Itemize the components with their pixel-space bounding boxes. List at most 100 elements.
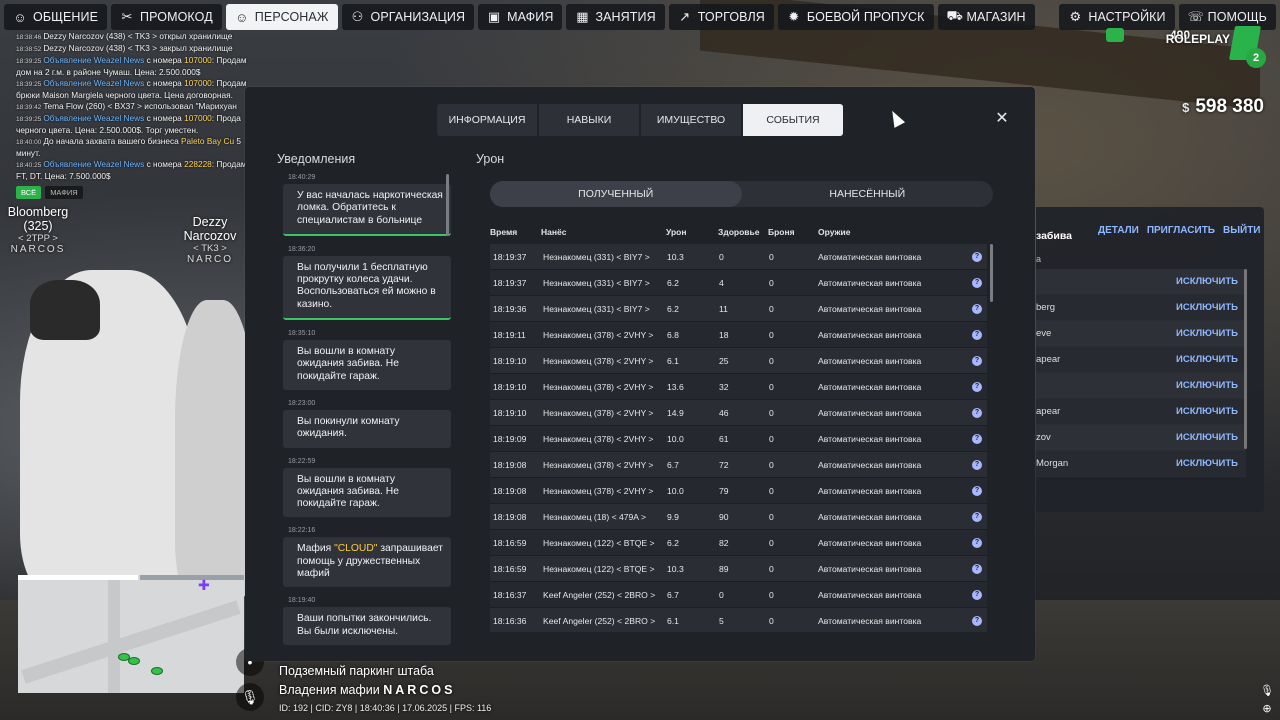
info-icon[interactable]: ?	[972, 330, 982, 340]
cell-damage: 10.0	[667, 486, 684, 496]
kick-button[interactable]: ИСКЛЮЧИТЬ	[1176, 432, 1238, 443]
nav-calendar[interactable]: ▦ ЗАНЯТИЯ	[566, 4, 665, 30]
kick-button[interactable]: ИСКЛЮЧИТЬ	[1176, 276, 1238, 287]
invite-link[interactable]: ПРИГЛАСИТЬ	[1147, 225, 1215, 236]
table-row[interactable]: 18:19:08 Незнакомец (378) < 2VHY > 6.7 72 0 А…	[490, 452, 987, 478]
info-icon[interactable]: ?	[972, 590, 982, 600]
nav-label: ТОРГОВЛЯ	[697, 10, 765, 24]
org-member-row: apear ИСКЛЮЧИТЬ	[1036, 399, 1246, 425]
cell-time: 18:16:36	[493, 616, 527, 626]
chat-message: 18:40:00 До начала захвата вашего бизнеса…	[16, 136, 248, 159]
top-navigation: ☺ ОБЩЕНИЕ ✂ ПРОМОКОД ☺ ПЕРСОНАЖ ⚇ ОРГАНИЗАЦИЯ ▣ М…	[0, 0, 1280, 34]
table-row[interactable]: 18:16:36 Keef Angeler (252) < 2BRO > 6.1 5 0…	[490, 608, 987, 632]
mic-small-icon[interactable]: 🎙	[1260, 682, 1274, 700]
cell-attacker: Keef Angeler (252) < 2BRO >	[543, 616, 656, 626]
info-icon[interactable]: ?	[972, 408, 982, 418]
chat-text: До начала захвата вашего бизнеса	[43, 136, 182, 146]
segment-received[interactable]: ПОЛУЧЕННЫЙ	[490, 181, 742, 207]
notifications-scrollbar[interactable]	[446, 174, 449, 236]
header-health: Здоровье	[718, 227, 760, 237]
table-row[interactable]: 18:19:36 Незнакомец (331) < BIY7 > 6.2 11 0 А…	[490, 296, 987, 322]
group-icon: ⚇	[351, 9, 364, 24]
table-row[interactable]: 18:16:59 Незнакомец (122) < BTQE > 6.2 82 0 А…	[490, 530, 987, 556]
table-row[interactable]: 18:19:09 Незнакомец (378) < 2VHY > 10.0 61 0…	[490, 426, 987, 452]
chat-tab-all[interactable]: ВСЁ	[16, 186, 42, 199]
nav-chart[interactable]: ↗ ТОРГОВЛЯ	[668, 4, 774, 30]
segment-dealt[interactable]: НАНЕСЁННЫЙ	[742, 181, 994, 207]
cell-armor: 0	[769, 590, 774, 600]
kick-button[interactable]: ИСКЛЮЧИТЬ	[1176, 302, 1238, 313]
nav-gift[interactable]: ✂ ПРОМОКОД	[111, 4, 222, 30]
cell-health: 18	[719, 330, 729, 340]
table-row[interactable]: 18:19:11 Незнакомец (378) < 2VHY > 6.8 18 0 А…	[490, 322, 987, 348]
cell-weapon: Автоматическая винтовка	[818, 486, 922, 496]
tab-skills[interactable]: НАВЫКИ	[539, 104, 639, 136]
kick-button[interactable]: ИСКЛЮЧИТЬ	[1176, 328, 1238, 339]
chat-text: с номера	[144, 78, 185, 88]
info-icon[interactable]: ?	[972, 512, 982, 522]
cell-time: 18:19:08	[493, 486, 527, 496]
chat-text: Tema Flow (260) < BX37 > использовал "Ма…	[43, 101, 237, 111]
settings-small-icon[interactable]: ⊕	[1260, 700, 1274, 718]
nav-user[interactable]: ☺ ПЕРСОНАЖ	[225, 4, 338, 30]
info-icon[interactable]: ?	[972, 486, 982, 496]
org-member-name: berg	[1036, 302, 1056, 313]
org-member-name: eve	[1036, 328, 1052, 339]
tab-events[interactable]: СОБЫТИЯ	[743, 104, 843, 136]
info-icon[interactable]: ?	[972, 460, 982, 470]
kick-button[interactable]: ИСКЛЮЧИТЬ	[1176, 380, 1238, 391]
kick-button[interactable]: ИСКЛЮЧИТЬ	[1176, 406, 1238, 417]
header-damage: Урон	[666, 227, 687, 237]
table-row[interactable]: 18:19:37 Незнакомец (331) < BIY7 > 6.2 4 0 Ав…	[490, 270, 987, 296]
table-row[interactable]: 18:19:08 Незнакомец (378) < 2VHY > 10.0 79 0…	[490, 478, 987, 504]
info-icon[interactable]: ?	[972, 564, 982, 574]
info-icon[interactable]: ?	[972, 434, 982, 444]
org-scrollbar[interactable]	[1244, 269, 1247, 449]
chat-timestamp: 18:39:42	[16, 104, 42, 111]
cell-attacker: Незнакомец (378) < 2VHY >	[543, 460, 654, 470]
close-icon[interactable]: ✕	[991, 108, 1013, 130]
table-row[interactable]: 18:19:10 Незнакомец (378) < 2VHY > 6.1 25 0 А…	[490, 348, 987, 374]
nav-mask[interactable]: ▣ МАФИЯ	[478, 4, 563, 30]
details-link[interactable]: ДЕТАЛИ	[1098, 225, 1139, 236]
info-icon[interactable]: ?	[972, 304, 982, 314]
table-row[interactable]: 18:19:10 Незнакомец (378) < 2VHY > 14.9 46 0…	[490, 400, 987, 426]
table-row[interactable]: 18:16:59 Незнакомец (122) < BTQE > 10.3 89 0…	[490, 556, 987, 582]
info-icon[interactable]: ?	[972, 252, 982, 262]
table-row[interactable]: 18:19:08 Незнакомец (18) < 479A > 9.9 90 0 Ав…	[490, 504, 987, 530]
table-row[interactable]: 18:19:10 Незнакомец (378) < 2VHY > 13.6 32 0…	[490, 374, 987, 400]
damage-table-header: Время Нанёс Урон Здоровье Броня Оружие	[490, 227, 993, 241]
cell-time: 18:19:37	[493, 278, 527, 288]
cell-damage: 10.3	[667, 252, 684, 262]
info-icon[interactable]: ?	[972, 616, 982, 626]
notifications-list: 18:40:29 У вас началась наркотическая лом…	[283, 174, 451, 656]
info-icon[interactable]: ?	[972, 382, 982, 392]
notification-time: 18:22:16	[288, 527, 316, 535]
cell-time: 18:19:11	[493, 330, 526, 340]
nav-cart[interactable]: ⛟ МАГАЗИН	[937, 4, 1035, 30]
corner-icons: 🎙 ⊕	[1260, 682, 1274, 718]
nav-chat[interactable]: ☺ ОБЩЕНИЕ	[4, 4, 108, 30]
damage-table-scrollbar[interactable]	[990, 244, 993, 302]
info-icon[interactable]: ?	[972, 356, 982, 366]
kick-button[interactable]: ИСКЛЮЧИТЬ	[1176, 458, 1238, 469]
cell-damage: 6.7	[667, 590, 679, 600]
cell-attacker: Незнакомец (18) < 479A >	[543, 512, 646, 522]
leave-link[interactable]: ВЫЙТИ	[1223, 225, 1261, 236]
nav-group[interactable]: ⚇ ОРГАНИЗАЦИЯ	[341, 4, 475, 30]
table-row[interactable]: 18:19:37 Незнакомец (331) < BIY7 > 10.3 0 0 А…	[490, 244, 987, 270]
tab-property[interactable]: ИМУЩЕСТВО	[641, 104, 741, 136]
kick-button[interactable]: ИСКЛЮЧИТЬ	[1176, 354, 1238, 365]
cell-armor: 0	[769, 304, 774, 314]
nav-gear[interactable]: ✹ БОЕВОЙ ПРОПУСК	[777, 4, 934, 30]
info-icon[interactable]: ?	[972, 538, 982, 548]
notification-text: Мафия	[297, 543, 335, 555]
notification-time: 18:36:20	[288, 245, 316, 253]
tab-information[interactable]: ИНФОРМАЦИЯ	[437, 104, 537, 136]
notification-text: Вы вошли в комнату ожидания забива. Не п…	[297, 346, 399, 382]
info-icon[interactable]: ?	[972, 278, 982, 288]
table-row[interactable]: 18:16:37 Keef Angeler (252) < 2BRO > 6.7 0 0…	[490, 582, 987, 608]
location-info: Подземный паркинг штаба Владения мафии N…	[279, 664, 491, 713]
chat-tab-mafia[interactable]: МАФИЯ	[45, 186, 83, 199]
microphone-icon[interactable]: 🎙	[236, 683, 264, 711]
